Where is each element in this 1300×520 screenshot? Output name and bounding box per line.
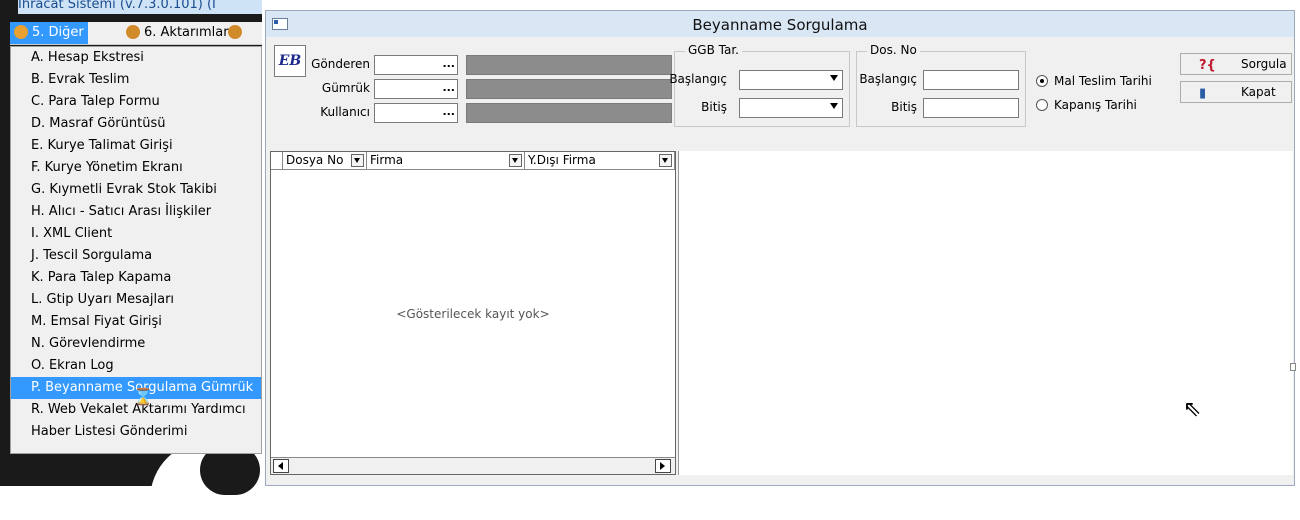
- gonderen-ellipsis-button[interactable]: ...: [442, 57, 455, 70]
- menu-item-evrak-teslim[interactable]: B. Evrak Teslim: [11, 69, 261, 91]
- menu-diger[interactable]: 5. Diğer: [10, 22, 88, 44]
- radio-mal-teslim[interactable]: Mal Teslim Tarihi: [1036, 73, 1152, 89]
- people-icon: [126, 25, 140, 39]
- menu-diger-label: 5. Diğer: [32, 25, 84, 40]
- ggb-date-group: GGB Tar. Başlangıç Bitiş: [669, 43, 850, 127]
- people-icon: [14, 25, 28, 39]
- menu-item-xml-client[interactable]: I. XML Client: [11, 223, 261, 245]
- gonderen-label: Gönderen: [311, 57, 370, 71]
- column-firma-label: Firma: [370, 153, 404, 167]
- menu-item-emsal-fiyat[interactable]: M. Emsal Fiyat Girişi: [11, 311, 261, 333]
- grid-row-header: [271, 152, 283, 170]
- menu-aktarimlar[interactable]: 6. Aktarımlar: [122, 22, 233, 44]
- ggb-end-label: Bitiş: [701, 100, 727, 114]
- empty-grid-message: <Gösterilecek kayıt yok>: [396, 307, 550, 321]
- column-filter-icon[interactable]: [509, 154, 522, 167]
- column-firma[interactable]: Firma: [367, 152, 525, 170]
- dos-end-field[interactable]: [923, 98, 1019, 118]
- splitter-handle[interactable]: [1290, 363, 1296, 371]
- ggb-start-combo[interactable]: [739, 70, 843, 90]
- ggb-group-title: GGB Tar.: [685, 43, 742, 57]
- chevron-down-icon: [830, 103, 838, 109]
- column-filter-icon[interactable]: [351, 154, 364, 167]
- menu-bar: 5. Diğer 6. Aktarımlar: [10, 22, 262, 45]
- radio-unchecked-icon: [1036, 99, 1048, 111]
- door-icon: ▮: [1199, 86, 1207, 101]
- ggb-end-combo[interactable]: [739, 98, 843, 118]
- dos-start-label: Başlangıç: [859, 72, 917, 86]
- gonderen-name-display: [466, 55, 672, 75]
- kullanici-name-display: [466, 103, 672, 123]
- gonderen-field[interactable]: ...: [374, 55, 458, 75]
- results-grid: Dosya No Firma Y.Dışı Firma <Gösterilece…: [270, 151, 676, 475]
- column-yurtdisi-firma-label: Y.Dışı Firma: [528, 153, 596, 167]
- gumruk-field[interactable]: ...: [374, 79, 458, 99]
- gumruk-ellipsis-button[interactable]: ...: [442, 81, 455, 94]
- kullanici-field[interactable]: ...: [374, 103, 458, 123]
- horizontal-scrollbar[interactable]: [271, 457, 675, 474]
- mouse-pointer-icon: ⇖: [1183, 397, 1202, 422]
- chevron-down-icon: [830, 75, 838, 81]
- window-title: Beyanname Sorgulama: [692, 16, 868, 34]
- scroll-right-icon[interactable]: [655, 459, 671, 473]
- window-title-bar: Beyanname Sorgulama: [266, 11, 1294, 37]
- detail-pane: ⇖: [678, 151, 1293, 475]
- dos-no-group: Dos. No Başlangıç Bitiş: [856, 43, 1026, 127]
- menu-item-kiymetli-evrak[interactable]: G. Kıymetli Evrak Stok Takibi: [11, 179, 261, 201]
- kapat-button[interactable]: ▮ Kapat: [1180, 81, 1292, 103]
- dos-start-field[interactable]: [923, 70, 1019, 90]
- menu-item-para-talep-formu[interactable]: C. Para Talep Formu: [11, 91, 261, 113]
- menu-item-hesap-ekstresi[interactable]: A. Hesap Ekstresi: [11, 47, 261, 69]
- sorgula-label: Sorgula: [1241, 57, 1287, 71]
- radio-kapanis-label: Kapanış Tarihi: [1054, 98, 1137, 112]
- menu-item-ekran-log[interactable]: O. Ekran Log: [11, 355, 261, 377]
- menu-aktarimlar-label: 6. Aktarımlar: [144, 25, 229, 40]
- query-icon: ?{: [1199, 58, 1216, 73]
- column-dosya-no-label: Dosya No: [286, 153, 344, 167]
- menu-item-masraf-goruntusu[interactable]: D. Masraf Görüntüsü: [11, 113, 261, 135]
- dos-group-title: Dos. No: [867, 43, 920, 57]
- menu-item-alici-satici[interactable]: H. Alıcı - Satıcı Arası İlişkiler: [11, 201, 261, 223]
- menu-item-kurye-yonetim-ekrani[interactable]: F. Kurye Yönetim Ekranı: [11, 157, 261, 179]
- ggb-start-label: Başlangıç: [669, 72, 727, 86]
- dos-end-label: Bitiş: [891, 100, 917, 114]
- menu-item-kurye-talimat-girisi[interactable]: E. Kurye Talimat Girişi: [11, 135, 261, 157]
- scroll-left-icon[interactable]: [273, 459, 289, 473]
- gumruk-label: Gümrük: [321, 81, 370, 95]
- hourglass-cursor-icon: ⌛: [133, 387, 153, 406]
- diger-dropdown-menu: A. Hesap Ekstresi B. Evrak Teslim C. Par…: [10, 46, 262, 454]
- menu-item-tescil-sorgulama[interactable]: J. Tescil Sorgulama: [11, 245, 261, 267]
- column-filter-icon[interactable]: [659, 154, 672, 167]
- app-title: Ihracat Sistemi (v.7.3.0.101) (I: [18, 0, 262, 14]
- sorgula-button[interactable]: ?{ Sorgula: [1180, 53, 1292, 75]
- kullanici-label: Kullanıcı: [320, 105, 370, 119]
- radio-kapanis[interactable]: Kapanış Tarihi: [1036, 97, 1137, 113]
- menu-next[interactable]: [228, 22, 254, 44]
- menu-item-para-talep-kapama[interactable]: K. Para Talep Kapama: [11, 267, 261, 289]
- menu-item-gorevlendirme[interactable]: N. Görevlendirme: [11, 333, 261, 355]
- column-dosya-no[interactable]: Dosya No: [283, 152, 367, 170]
- kapat-label: Kapat: [1241, 85, 1276, 99]
- radio-checked-icon: [1036, 75, 1048, 87]
- radio-mal-teslim-label: Mal Teslim Tarihi: [1054, 74, 1152, 88]
- menu-item-haber-listesi[interactable]: Haber Listesi Gönderimi: [11, 421, 261, 443]
- people-icon: [228, 25, 242, 39]
- kullanici-ellipsis-button[interactable]: ...: [442, 105, 455, 118]
- menu-item-gtip-uyari[interactable]: L. Gtip Uyarı Mesajları: [11, 289, 261, 311]
- column-yurtdisi-firma[interactable]: Y.Dışı Firma: [525, 152, 675, 170]
- beyanname-sorgulama-window: Beyanname Sorgulama EB Gönderen ... Gümr…: [265, 10, 1296, 486]
- gumruk-name-display: [466, 79, 672, 99]
